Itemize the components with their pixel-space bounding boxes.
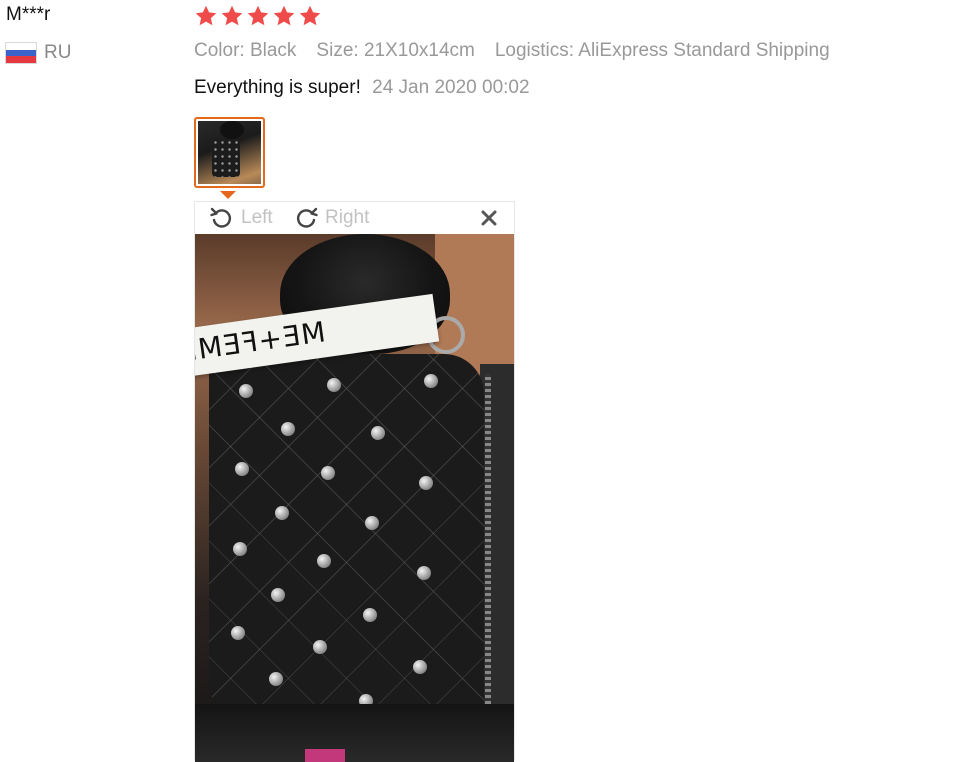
reviewer-country: RU — [6, 42, 71, 64]
star-rating — [194, 4, 322, 28]
review-date: 24 Jan 2020 00:02 — [372, 77, 530, 98]
rotate-right-button[interactable]: Right — [293, 205, 369, 231]
thumbnail-image — [198, 121, 261, 184]
close-icon[interactable] — [479, 208, 499, 228]
star-icon — [221, 5, 243, 26]
rotate-right-label: Right — [325, 207, 370, 228]
star-icon — [195, 5, 217, 26]
russia-flag-icon — [6, 43, 36, 64]
rotate-left-icon — [210, 207, 231, 228]
review-photo-large: ME+FEMI — [195, 234, 514, 762]
review-photo-thumbnail[interactable] — [194, 117, 265, 188]
photo-viewer-toolbar: Left Right — [195, 202, 514, 234]
review-content: Everything is super! 24 Jan 2020 00:02 — [194, 77, 530, 99]
thumbnail-selected-caret — [220, 191, 236, 199]
rotate-left-label: Left — [241, 207, 273, 228]
strap-text: ME+FEMI — [195, 315, 328, 368]
bag-image — [209, 354, 484, 714]
attribute-size: Size: 21X10x14cm — [316, 40, 475, 61]
review-text: Everything is super! — [194, 77, 361, 98]
star-icon — [247, 5, 269, 26]
star-icon — [273, 5, 295, 26]
attribute-color: Color: Black — [194, 40, 297, 61]
country-code: RU — [44, 42, 72, 63]
rotate-right-icon — [297, 207, 318, 228]
attribute-logistics: Logistics: AliExpress Standard Shipping — [494, 40, 830, 61]
star-icon — [299, 5, 321, 26]
photo-viewer: Left Right ME+FEMI — [194, 201, 515, 762]
order-attributes: Color: Black Size: 21X10x14cm Logistics:… — [194, 40, 830, 62]
rotate-left-button[interactable]: Left — [209, 205, 273, 231]
reviewer-name: M***r — [6, 4, 51, 25]
